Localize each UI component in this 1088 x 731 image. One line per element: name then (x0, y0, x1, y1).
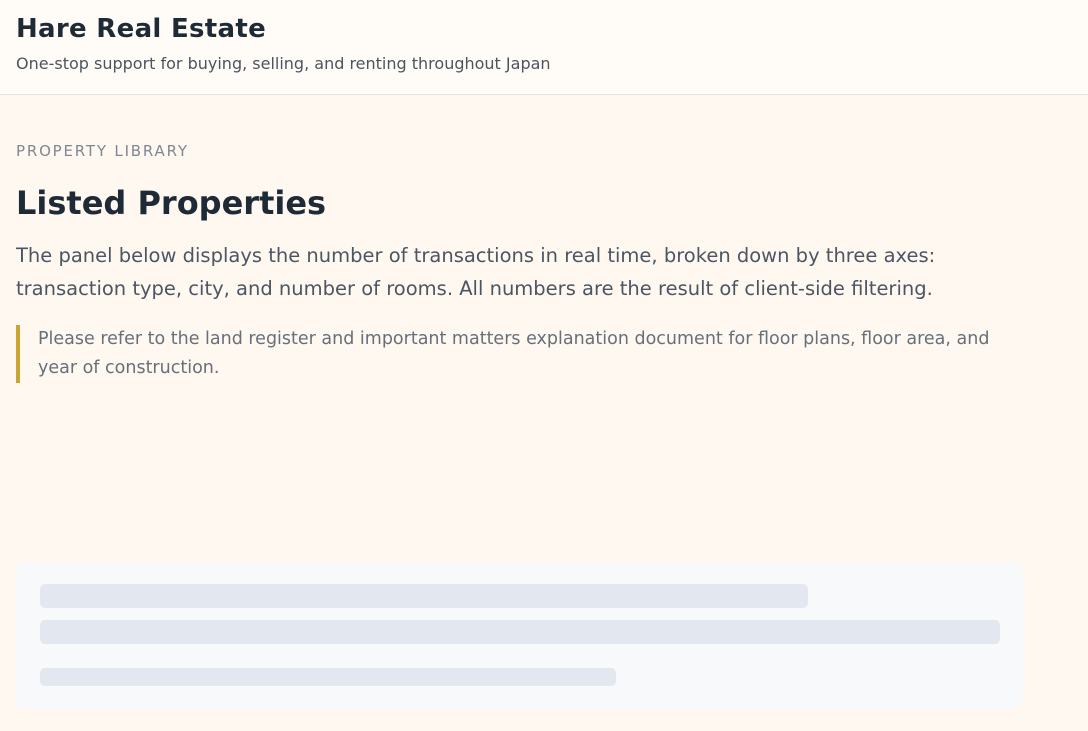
skeleton-line (40, 584, 808, 608)
loading-panel (16, 562, 1023, 709)
skeleton-line (40, 668, 616, 686)
info-note: Please refer to the land register and im… (16, 325, 1016, 383)
section-eyebrow: PROPERTY LIBRARY (16, 142, 189, 160)
brand-title[interactable]: Hare Real Estate (16, 12, 1072, 46)
brand-tagline: One-stop support for buying, selling, an… (16, 54, 551, 73)
skeleton-line (40, 620, 1000, 644)
site-header: Hare Real Estate One-stop support for bu… (0, 0, 1088, 95)
page-description: The panel below displays the number of t… (16, 244, 936, 300)
main-content: PROPERTY LIBRARY Listed Properties The p… (0, 95, 1088, 709)
page-title: Listed Properties (16, 184, 327, 222)
